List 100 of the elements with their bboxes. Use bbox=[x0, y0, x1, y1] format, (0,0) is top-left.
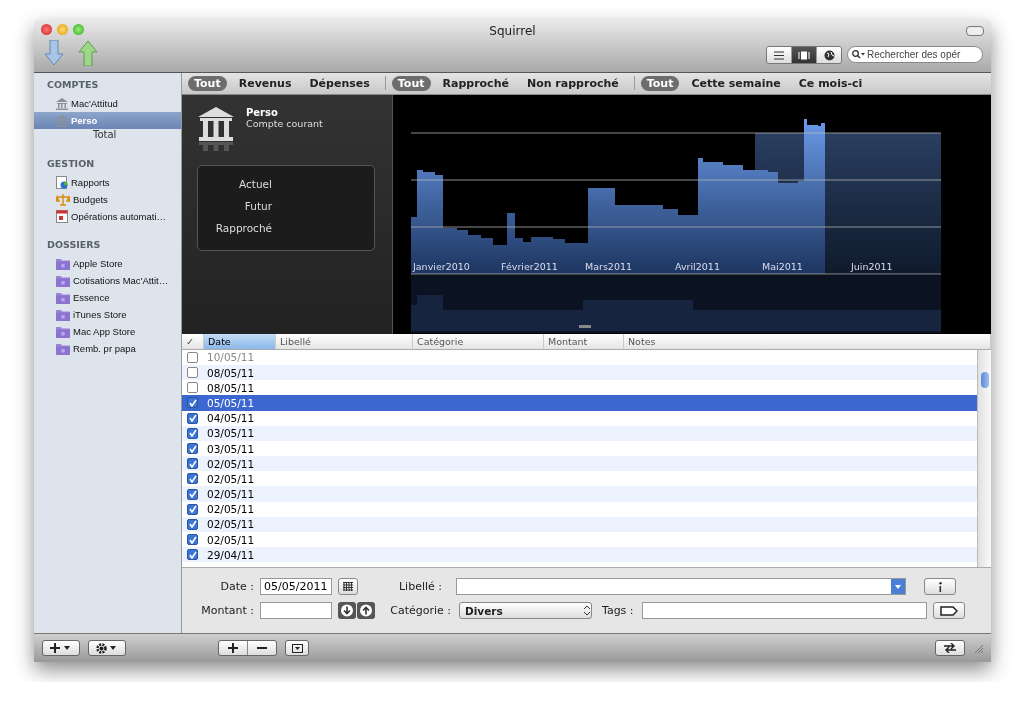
checkbox[interactable] bbox=[187, 473, 198, 485]
field-label: Libellé : bbox=[397, 580, 442, 594]
tag-button[interactable] bbox=[932, 602, 965, 620]
folder-icon bbox=[56, 274, 70, 287]
table-row[interactable]: 02/05/11 bbox=[182, 532, 978, 548]
up-arrow-button[interactable] bbox=[357, 602, 375, 620]
swap-button[interactable] bbox=[935, 640, 965, 656]
toolbar-toggle-button[interactable] bbox=[966, 26, 984, 36]
month-label: Février2011 bbox=[501, 260, 558, 272]
toggle-panel-button[interactable] bbox=[285, 640, 309, 656]
date-cell-text: 02/05/11 bbox=[206, 518, 256, 531]
filter-option[interactable]: Ce mois-ci bbox=[792, 75, 869, 91]
table-row[interactable]: 10/05/11 bbox=[182, 349, 978, 365]
table-row[interactable]: 02/05/11 bbox=[182, 516, 978, 533]
label-field[interactable] bbox=[456, 578, 906, 596]
close-button[interactable] bbox=[41, 24, 52, 35]
column-header[interactable]: Notes bbox=[624, 333, 991, 349]
table-row[interactable]: 02/05/11 bbox=[182, 471, 978, 487]
sidebar-item[interactable]: Opérations automati… bbox=[34, 208, 181, 225]
folder-icon bbox=[56, 308, 70, 321]
filter-option[interactable]: Tout bbox=[640, 75, 680, 91]
sidebar-item[interactable]: Budgets bbox=[34, 191, 181, 208]
view-mode-button[interactable] bbox=[791, 47, 816, 63]
total-label: Total bbox=[93, 129, 117, 140]
sidebar-item[interactable]: Apple Store bbox=[34, 255, 181, 272]
checkbox[interactable] bbox=[187, 382, 198, 394]
tag-icon bbox=[939, 605, 958, 616]
date-field[interactable]: 05/05/2011 bbox=[260, 578, 332, 596]
field-label: Montant : bbox=[200, 604, 254, 618]
table-row[interactable]: 04/05/11 bbox=[182, 410, 978, 426]
category-popup[interactable]: Divers bbox=[459, 602, 592, 620]
checkbox[interactable] bbox=[187, 443, 198, 454]
checkbox[interactable] bbox=[187, 549, 198, 561]
gear-caret-icon bbox=[96, 642, 118, 654]
filter-option[interactable]: Rapproché bbox=[436, 75, 515, 91]
filter-option[interactable]: Cette semaine bbox=[685, 75, 787, 91]
swap-arrows-icon bbox=[944, 643, 956, 653]
checkbox[interactable] bbox=[187, 397, 198, 409]
month-label: Avril2011 bbox=[675, 260, 720, 272]
sidebar-item[interactable]: Remb. pr papa bbox=[34, 340, 181, 357]
field-label: Date : bbox=[219, 580, 254, 594]
field-label: Tags : bbox=[602, 604, 634, 618]
table-row[interactable]: 02/05/11 bbox=[182, 501, 978, 517]
filter-option[interactable]: Non rapproché bbox=[520, 75, 625, 91]
column-header[interactable]: Libellé bbox=[276, 333, 413, 349]
date-cell-text: 05/05/11 bbox=[206, 396, 256, 409]
view-mode-button[interactable] bbox=[816, 47, 841, 63]
table-row[interactable]: 02/05/11 bbox=[182, 456, 978, 472]
date-cell-text: 03/05/11 bbox=[206, 442, 256, 455]
filter-option[interactable]: Tout bbox=[188, 75, 227, 91]
search-field[interactable]: Rechercher des opér bbox=[847, 46, 983, 63]
scrollbar[interactable] bbox=[977, 349, 991, 567]
table-row[interactable]: 02/05/11 bbox=[182, 486, 978, 502]
folder-icon bbox=[56, 342, 70, 355]
column-header[interactable]: Montant bbox=[544, 333, 624, 349]
table-row[interactable]: 08/05/11 bbox=[182, 365, 978, 381]
balance-label: Futur bbox=[243, 198, 272, 214]
sidebar-item[interactable]: Rapports bbox=[34, 174, 181, 191]
table-row[interactable]: 03/05/11 bbox=[182, 425, 978, 441]
checkbox[interactable] bbox=[187, 412, 198, 424]
table-row[interactable]: 03/05/11 bbox=[182, 440, 978, 457]
filter-option[interactable]: Dépenses bbox=[303, 75, 376, 91]
tags-field[interactable] bbox=[641, 602, 927, 620]
checkbox[interactable] bbox=[187, 458, 198, 470]
sidebar-item[interactable]: Mac App Store bbox=[34, 323, 181, 340]
folder-icon bbox=[56, 325, 70, 338]
checkbox[interactable] bbox=[187, 427, 198, 439]
sidebar-item[interactable]: Cotisations Mac'Attit… bbox=[34, 272, 181, 289]
checkbox[interactable] bbox=[187, 518, 198, 530]
segmented-control[interactable] bbox=[766, 46, 842, 64]
bank-icon bbox=[198, 106, 234, 151]
checkbox[interactable] bbox=[187, 503, 198, 515]
filter-option[interactable]: Tout bbox=[391, 75, 431, 91]
checkbox[interactable] bbox=[187, 367, 198, 379]
resize-grip-icon[interactable] bbox=[973, 643, 983, 653]
column-header[interactable]: Catégorie bbox=[413, 333, 544, 349]
calendar-icon bbox=[56, 210, 68, 223]
table-row[interactable]: 08/05/11 bbox=[182, 380, 978, 396]
calendar-button[interactable] bbox=[338, 578, 358, 596]
down-arrow-button[interactable] bbox=[338, 602, 356, 620]
segmented-control[interactable] bbox=[218, 640, 277, 656]
checkbox[interactable] bbox=[187, 351, 198, 363]
sidebar-item[interactable]: iTunes Store bbox=[34, 306, 181, 323]
stepper-icon bbox=[583, 605, 591, 617]
field-label: Catégorie : bbox=[389, 604, 451, 618]
checkbox[interactable] bbox=[187, 488, 198, 500]
info-button[interactable] bbox=[924, 578, 956, 596]
filter-option[interactable]: Revenus bbox=[232, 75, 298, 91]
date-cell-text: 02/05/11 bbox=[206, 533, 256, 546]
date-cell-text: 08/05/11 bbox=[206, 381, 256, 394]
checkbox[interactable] bbox=[187, 534, 198, 546]
view-mode-button[interactable] bbox=[767, 47, 791, 63]
sidebar-item[interactable]: Essence bbox=[34, 289, 181, 306]
amount-field[interactable] bbox=[260, 602, 332, 620]
globe-icon bbox=[823, 49, 835, 61]
window-title: Squirrel bbox=[489, 23, 536, 38]
table-row[interactable]: 05/05/11 bbox=[182, 395, 978, 411]
sidebar-item[interactable]: Mac'Attitud bbox=[34, 95, 181, 112]
date-cell-text: 03/05/11 bbox=[206, 427, 256, 440]
table-row[interactable]: 29/04/11 bbox=[182, 547, 978, 563]
